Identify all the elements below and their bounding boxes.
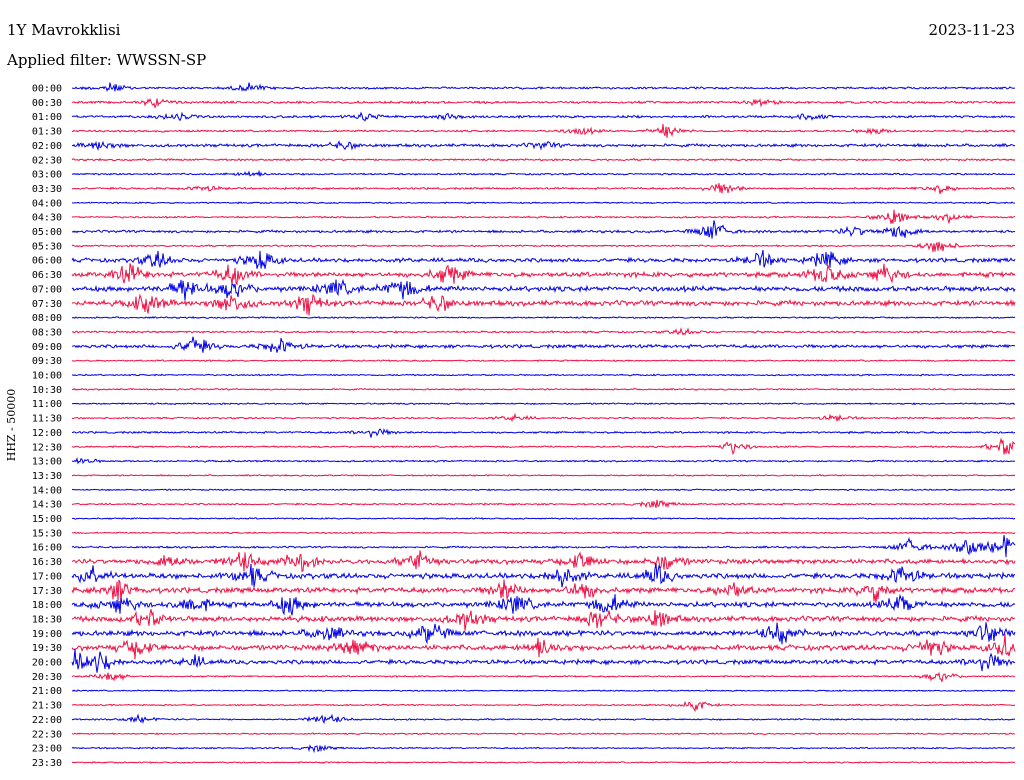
trace-line (71, 387, 1016, 391)
trace-line (71, 97, 1016, 109)
trace-line (71, 278, 1016, 301)
trace-line (71, 220, 1016, 239)
trace-line (71, 326, 1016, 336)
row-time-label: 03:30 (32, 184, 62, 195)
trace-line (71, 648, 1016, 673)
row-time-label: 12:00 (32, 428, 62, 439)
row-time-label: 15:00 (32, 514, 62, 525)
row-time-label: 10:00 (32, 371, 62, 382)
trace-line (71, 169, 1016, 177)
trace-line (71, 437, 1016, 456)
row-time-label: 11:30 (32, 414, 62, 425)
row-time-label: 14:00 (32, 485, 62, 496)
row-time-label: 00:30 (32, 98, 62, 109)
row-time-label: 20:00 (32, 658, 62, 669)
row-time-label: 21:30 (32, 701, 62, 712)
trace-line (71, 457, 1016, 465)
row-time-label: 22:30 (32, 729, 62, 740)
row-time-label: 08:30 (32, 327, 62, 338)
trace-line (71, 550, 1016, 573)
trace-line (71, 157, 1016, 162)
trace-line (71, 535, 1016, 558)
row-time-label: 18:00 (32, 600, 62, 611)
trace-line (71, 633, 1016, 660)
row-time-label: 20:30 (32, 672, 62, 683)
row-time-label: 16:30 (32, 557, 62, 568)
trace-line (71, 609, 1016, 631)
row-time-label: 10:30 (32, 385, 62, 396)
row-time-label: 09:00 (32, 342, 62, 353)
row-time-label: 23:00 (32, 744, 62, 755)
trace-line (71, 241, 1016, 253)
row-time-label: 17:30 (32, 586, 62, 597)
trace-line (71, 531, 1016, 535)
row-time-label: 02:30 (32, 155, 62, 166)
row-time-label: 05:00 (32, 227, 62, 238)
row-time-label: 18:30 (32, 614, 62, 625)
trace-line (71, 316, 1016, 320)
trace-line (71, 209, 1016, 224)
trace-line (71, 732, 1016, 736)
trace-line (71, 700, 1016, 713)
trace-line (71, 563, 1016, 588)
trace-line (71, 140, 1016, 151)
trace-line (71, 744, 1016, 754)
trace-line (71, 412, 1016, 423)
row-time-label: 19:30 (32, 643, 62, 654)
row-time-label: 02:00 (32, 141, 62, 152)
trace-line (71, 124, 1016, 138)
row-time-label: 03:00 (32, 170, 62, 181)
trace-line (71, 427, 1016, 438)
trace-line (71, 373, 1016, 377)
trace-line (71, 499, 1016, 509)
helicorder-plot: 00:00 00:30 01:00 01:30 02:00 02:30 03:00 03:30… (32, 82, 1016, 769)
trace-line (71, 359, 1016, 363)
row-time-label: 15:30 (32, 528, 62, 539)
row-time-label: 06:30 (32, 270, 62, 281)
row-time-label: 14:30 (32, 500, 62, 511)
row-time-label: 07:00 (32, 284, 62, 295)
row-time-label: 05:30 (32, 241, 62, 252)
row-time-label: 13:00 (32, 457, 62, 468)
row-time-label: 04:30 (32, 213, 62, 224)
row-time-label: 22:00 (32, 715, 62, 726)
trace-line (71, 293, 1016, 316)
trace-line (71, 689, 1016, 692)
trace-line (71, 402, 1016, 406)
trace-line (71, 111, 1016, 122)
row-time-label: 08:00 (32, 313, 62, 324)
trace-line (71, 713, 1016, 725)
row-time-label: 17:00 (32, 571, 62, 582)
trace-line (71, 761, 1016, 764)
row-time-label: 06:00 (32, 256, 62, 267)
row-time-label: 00:00 (32, 84, 62, 95)
row-time-label: 19:00 (32, 629, 62, 640)
row-time-label: 07:30 (32, 299, 62, 310)
trace-line (71, 82, 1016, 93)
row-time-label: 16:00 (32, 543, 62, 554)
row-time-label: 11:00 (32, 399, 62, 410)
row-time-label: 23:30 (32, 758, 62, 769)
trace-line (71, 474, 1016, 477)
trace-line (71, 336, 1016, 353)
row-time-label: 21:00 (32, 686, 62, 697)
trace-line (71, 201, 1016, 205)
trace-line (71, 579, 1016, 603)
row-time-label: 04:00 (32, 198, 62, 209)
row-time-label: 01:30 (32, 127, 62, 138)
row-time-label: 09:30 (32, 356, 62, 367)
trace-line (71, 263, 1016, 286)
trace-line (71, 517, 1016, 520)
row-time-label: 13:30 (32, 471, 62, 482)
trace-line (71, 183, 1016, 195)
row-time-label: 01:00 (32, 112, 62, 123)
trace-line (71, 488, 1016, 492)
trace-line (71, 249, 1016, 269)
trace-line (71, 671, 1016, 683)
row-time-label: 12:30 (32, 442, 62, 453)
